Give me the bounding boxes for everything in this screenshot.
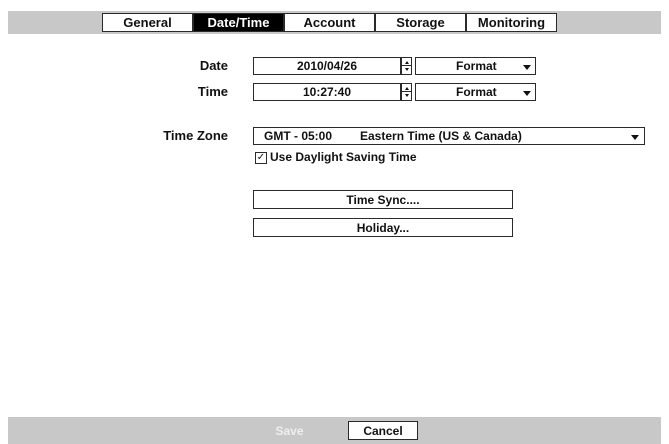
time-zone-name: Eastern Time (US & Canada) <box>360 129 522 143</box>
tab-storage[interactable]: Storage <box>375 13 466 32</box>
tab-account[interactable]: Account <box>284 13 375 32</box>
time-zone-label: Time Zone <box>163 128 228 143</box>
footer-bar: Save Cancel <box>8 417 661 444</box>
date-label: Date <box>199 58 228 73</box>
time-zone-dropdown[interactable]: GMT - 05:00 Eastern Time (US & Canada) <box>253 127 645 145</box>
tab-bar: General Date/Time Account Storage Monito… <box>8 11 661 34</box>
date-format-dropdown[interactable]: Format <box>415 57 536 75</box>
time-zone-offset: GMT - 05:00 <box>264 129 333 143</box>
tab-monitoring[interactable]: Monitoring <box>466 13 557 32</box>
date-field[interactable]: 2010/04/26 <box>253 57 401 75</box>
save-button[interactable]: Save <box>239 421 340 440</box>
cancel-button[interactable]: Cancel <box>348 421 418 440</box>
spin-down-icon[interactable] <box>403 92 410 99</box>
time-format-label: Format <box>456 85 497 99</box>
chevron-down-icon <box>523 65 531 70</box>
settings-window: General Date/Time Account Storage Monito… <box>8 11 661 444</box>
tab-date-time[interactable]: Date/Time <box>193 13 284 32</box>
spin-down-icon[interactable] <box>403 66 410 73</box>
chevron-down-icon <box>523 91 531 96</box>
time-field[interactable]: 10:27:40 <box>253 83 401 101</box>
chevron-down-icon <box>631 135 639 140</box>
time-format-dropdown[interactable]: Format <box>415 83 536 101</box>
holiday-button[interactable]: Holiday... <box>253 218 513 237</box>
date-spinner[interactable] <box>401 57 412 75</box>
date-format-label: Format <box>456 59 497 73</box>
time-spinner[interactable] <box>401 83 412 101</box>
time-label: Time <box>197 84 228 99</box>
daylight-saving-checkbox[interactable]: ✓ <box>255 152 267 164</box>
time-sync-button[interactable]: Time Sync.... <box>253 190 513 209</box>
daylight-saving-label: Use Daylight Saving Time <box>270 150 417 164</box>
tab-general[interactable]: General <box>102 13 193 32</box>
